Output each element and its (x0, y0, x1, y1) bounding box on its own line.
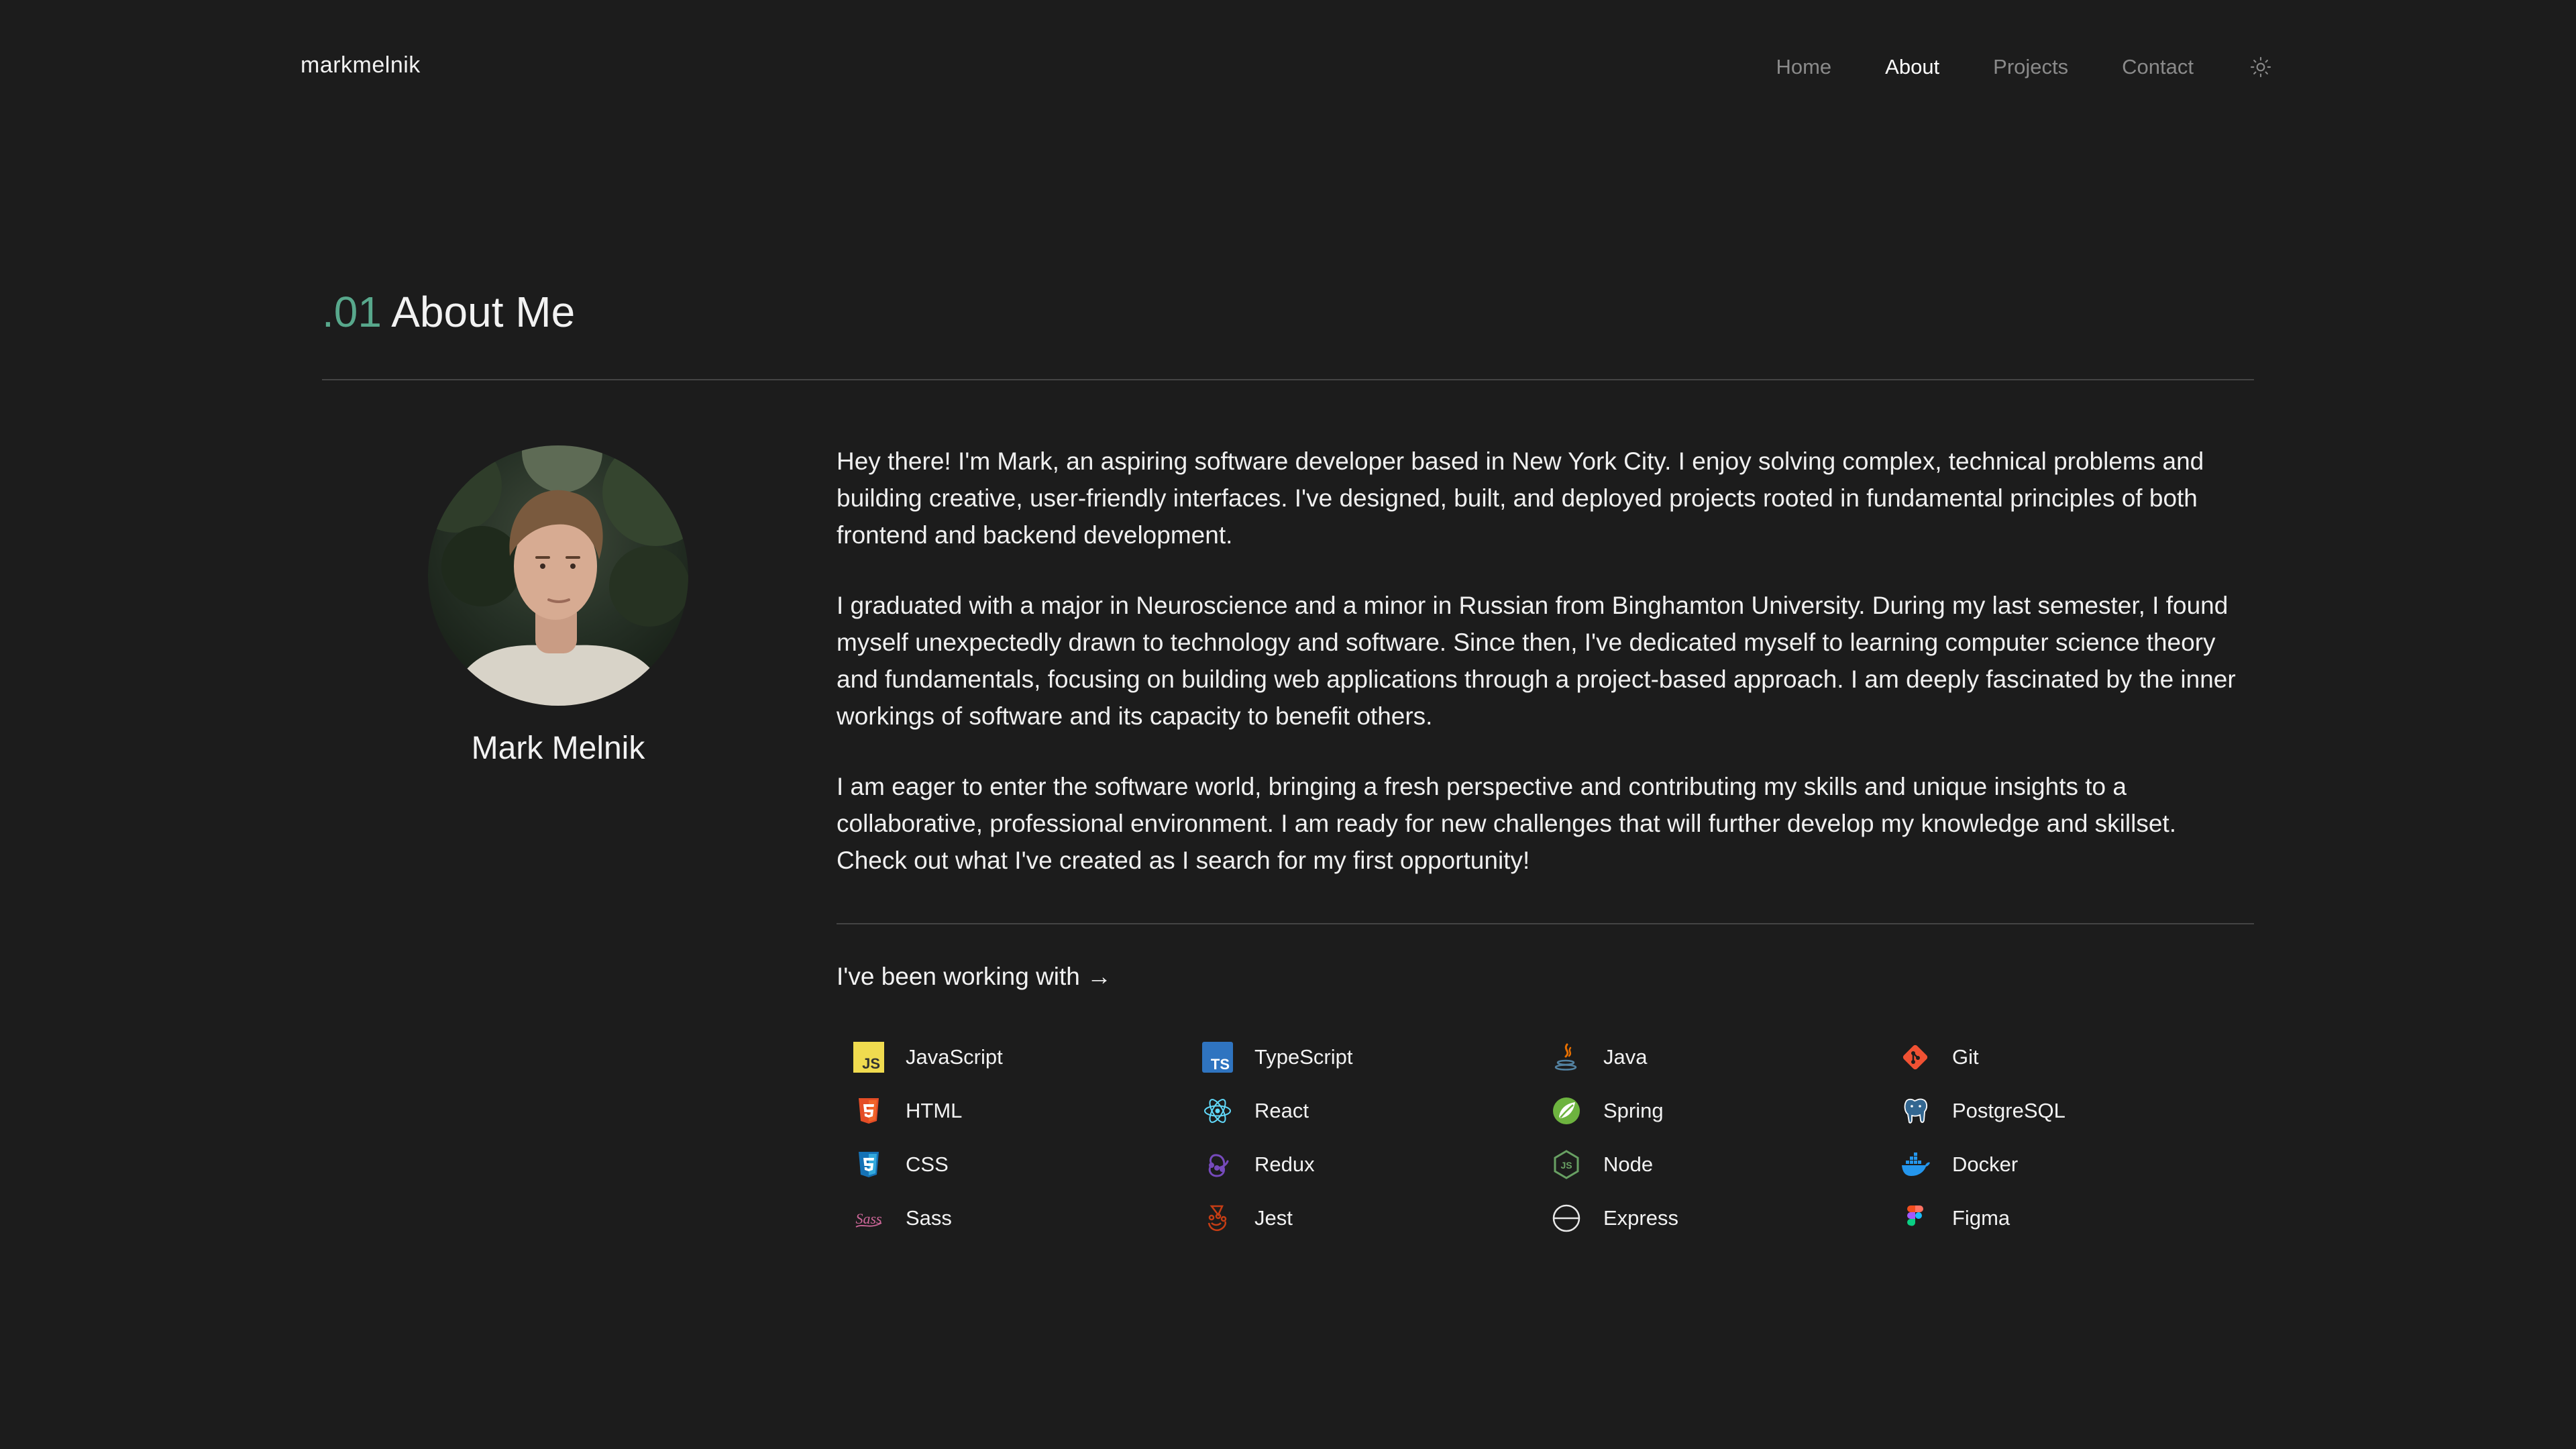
spring-icon (1550, 1094, 1583, 1128)
tech-item-typescript: TS TypeScript (1201, 1030, 1550, 1084)
tech-label: Spring (1603, 1099, 1664, 1122)
react-icon (1201, 1094, 1234, 1128)
tech-item-sass: Sass Sass (852, 1191, 1201, 1245)
figma-icon (1898, 1201, 1932, 1235)
nav-home-link[interactable]: Home (1776, 55, 1831, 79)
svg-text:JS: JS (862, 1055, 880, 1072)
java-icon (1550, 1040, 1583, 1074)
tech-label: Express (1603, 1206, 1678, 1230)
working-with-label: I've been working with → (837, 963, 1112, 990)
tech-label: React (1254, 1099, 1309, 1122)
tech-label: Jest (1254, 1206, 1293, 1230)
git-icon (1898, 1040, 1932, 1074)
tech-item-node: JS Node (1550, 1138, 1898, 1191)
redux-icon (1201, 1148, 1234, 1181)
tech-item-html: HTML (852, 1084, 1201, 1138)
bio-paragraph: I am eager to enter the software world, … (837, 773, 2176, 874)
section-heading: About Me (391, 288, 576, 336)
skills-divider (837, 923, 2254, 924)
nav-about-link[interactable]: About (1885, 55, 1939, 79)
express-icon (1550, 1201, 1583, 1235)
tech-item-java: Java (1550, 1030, 1898, 1084)
site-header: markmelnik Home About Projects Contact (0, 0, 2576, 134)
tech-item-css: CSS (852, 1138, 1201, 1191)
jest-icon (1201, 1201, 1234, 1235)
section-divider (322, 379, 2254, 380)
tech-item-docker: Docker (1898, 1138, 2247, 1191)
site-logo[interactable]: markmelnik (301, 52, 421, 78)
javascript-icon: JS (852, 1040, 885, 1074)
section-title: .01 About Me (322, 287, 575, 337)
theme-toggle-button[interactable] (2246, 52, 2275, 82)
tech-label: Redux (1254, 1152, 1315, 1176)
tech-item-git: Git (1898, 1030, 2247, 1084)
typescript-icon: TS (1201, 1040, 1234, 1074)
tech-label: Sass (906, 1206, 952, 1230)
tech-item-postgresql: PostgreSQL (1898, 1084, 2247, 1138)
bio-paragraph: Hey there! I'm Mark, an aspiring softwar… (837, 447, 2204, 549)
nav-projects-link[interactable]: Projects (1993, 55, 2068, 79)
tech-item-spring: Spring (1550, 1084, 1898, 1138)
tech-item-figma: Figma (1898, 1191, 2247, 1245)
css-icon (852, 1148, 885, 1181)
bio-paragraph: I graduated with a major in Neuroscience… (837, 592, 2236, 730)
html-icon (852, 1094, 885, 1128)
tech-item-redux: Redux (1201, 1138, 1550, 1191)
tech-label: JavaScript (906, 1045, 1003, 1069)
tech-label: Docker (1952, 1152, 2019, 1176)
postgresql-icon (1898, 1094, 1932, 1128)
nav-contact-link[interactable]: Contact (2122, 55, 2194, 79)
tech-grid: JS JavaScript TS TypeScript Java Git HTM… (852, 1030, 2261, 1245)
svg-text:TS: TS (1211, 1056, 1230, 1073)
tech-label: PostgreSQL (1952, 1099, 2065, 1122)
tech-item-react: React (1201, 1084, 1550, 1138)
sass-icon: Sass (852, 1201, 885, 1235)
tech-label: Java (1603, 1045, 1648, 1069)
section-number: .01 (322, 288, 382, 336)
tech-label: CSS (906, 1152, 949, 1176)
tech-label: Figma (1952, 1206, 2010, 1230)
tech-item-jest: Jest (1201, 1191, 1550, 1245)
main-nav: Home About Projects Contact (1722, 52, 2275, 82)
sun-icon (2250, 56, 2271, 78)
node-icon: JS (1550, 1148, 1583, 1181)
profile-name: Mark Melnik (471, 731, 645, 766)
docker-icon (1898, 1148, 1932, 1181)
tech-label: Node (1603, 1152, 1654, 1176)
bio: Hey there! I'm Mark, an aspiring softwar… (837, 443, 2252, 912)
profile-photo (428, 445, 688, 706)
tech-label: TypeScript (1254, 1045, 1353, 1069)
svg-text:JS: JS (1560, 1160, 1572, 1171)
tech-item-javascript: JS JavaScript (852, 1030, 1201, 1084)
tech-label: HTML (906, 1099, 963, 1122)
tech-label: Git (1952, 1045, 1979, 1069)
tech-item-express: Express (1550, 1191, 1898, 1245)
